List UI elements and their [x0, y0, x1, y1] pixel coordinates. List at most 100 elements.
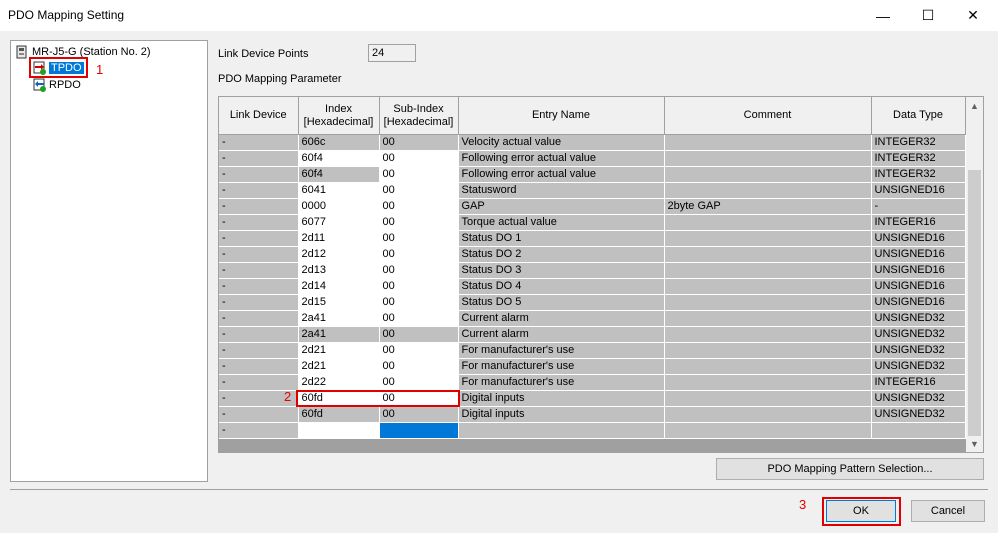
link-device-cell: - — [219, 342, 299, 359]
link-device-cell: - — [219, 198, 299, 215]
data-type-cell: UNSIGNED16 — [871, 246, 966, 263]
scroll-up-icon[interactable]: ▲ — [966, 97, 983, 114]
data-type-cell: UNSIGNED16 — [871, 262, 966, 279]
index-cell[interactable]: 60fd — [298, 406, 380, 423]
sub-index-cell[interactable]: 00 — [379, 230, 459, 247]
sub-index-cell[interactable]: 00 — [379, 198, 459, 215]
index-cell[interactable]: 2d22 — [298, 374, 380, 391]
table-row[interactable]: -2d14 00 Status DO 4 UNSIGNED16 — [219, 278, 966, 295]
table-row[interactable]: -2d11 00 Status DO 1 UNSIGNED16 — [219, 230, 966, 247]
col-link-device-header[interactable]: Link Device — [219, 97, 299, 135]
scrollbar-thumb[interactable] — [968, 170, 981, 436]
index-cell[interactable]: 60f4 — [298, 166, 380, 183]
data-type-cell: UNSIGNED16 — [871, 294, 966, 311]
index-cell[interactable]: 6077 — [298, 214, 380, 231]
col-data-type-header[interactable]: Data Type — [871, 97, 966, 135]
col-entry-name-header[interactable]: Entry Name — [458, 97, 665, 135]
sub-index-cell[interactable] — [379, 422, 459, 439]
table-row[interactable]: -2d22 00 For manufacturer's use INTEGER16 — [219, 374, 966, 391]
sub-index-cell[interactable]: 00 — [379, 406, 459, 423]
link-device-cell: - — [219, 214, 299, 231]
index-cell[interactable]: 2d13 — [298, 262, 380, 279]
sub-index-cell[interactable]: 00 — [379, 182, 459, 199]
table-row[interactable]: -2a41 00 Current alarm UNSIGNED32 — [219, 326, 966, 343]
entry-name-cell: Following error actual value — [458, 150, 665, 167]
comment-cell — [664, 262, 872, 279]
data-type-cell: INTEGER32 — [871, 166, 966, 183]
index-cell[interactable]: 2d12 — [298, 246, 380, 263]
sub-index-cell[interactable]: 00 — [379, 166, 459, 183]
sub-index-cell[interactable]: 00 — [379, 246, 459, 263]
data-type-cell: UNSIGNED16 — [871, 278, 966, 295]
index-cell[interactable]: 2d21 — [298, 358, 380, 375]
entry-name-cell: Current alarm — [458, 326, 665, 343]
sub-index-cell[interactable]: 00 — [379, 374, 459, 391]
data-type-cell: UNSIGNED32 — [871, 310, 966, 327]
table-row[interactable]: -2d12 00 Status DO 2 UNSIGNED16 — [219, 246, 966, 263]
index-cell[interactable]: 606c — [298, 134, 380, 151]
table-row[interactable]: -60f4 00 Following error actual value INTEG… — [219, 150, 966, 167]
data-type-cell: UNSIGNED16 — [871, 230, 966, 247]
link-device-cell: - — [219, 310, 299, 327]
table-row[interactable]: -606c 00 Velocity actual value INTEGER32 — [219, 134, 966, 151]
sub-index-cell[interactable]: 00 — [379, 262, 459, 279]
table-row[interactable]: -2d15 00 Status DO 5 UNSIGNED16 — [219, 294, 966, 311]
col-index-header[interactable]: Index [Hexadecimal] — [298, 97, 380, 135]
table-row[interactable]: -2a41 00 Current alarm UNSIGNED32 — [219, 310, 966, 327]
sub-index-cell[interactable]: 00 — [379, 342, 459, 359]
table-row[interactable]: -6041 00 Statusword UNSIGNED16 — [219, 182, 966, 199]
index-cell[interactable]: 2d11 — [298, 230, 380, 247]
scroll-down-icon[interactable]: ▼ — [966, 435, 983, 452]
link-device-cell: - — [219, 422, 299, 439]
sub-index-cell[interactable]: 00 — [379, 150, 459, 167]
close-button[interactable]: ✕ — [950, 0, 996, 31]
entry-name-cell: Status DO 5 — [458, 294, 665, 311]
comment-cell — [664, 342, 872, 359]
table-row[interactable]: -2d13 00 Status DO 3 UNSIGNED16 — [219, 262, 966, 279]
sub-index-cell[interactable]: 00 — [379, 214, 459, 231]
tree-item-rpdo[interactable]: RPDO — [33, 78, 81, 92]
link-device-cell: - — [219, 246, 299, 263]
index-cell[interactable]: 60f4 — [298, 150, 380, 167]
table-row[interactable]: -60f4 00 Following error actual value INTEG… — [219, 166, 966, 183]
annotation-number-1: 1 — [96, 62, 104, 77]
col-comment-header[interactable]: Comment — [664, 97, 872, 135]
index-cell[interactable] — [298, 422, 380, 439]
table-row[interactable]: -60fd 00 Digital inputs UNSIGNED32 — [219, 406, 966, 423]
sub-index-cell[interactable]: 00 — [379, 278, 459, 295]
divider — [10, 489, 988, 490]
pdo-mapping-pattern-button[interactable]: PDO Mapping Pattern Selection... — [716, 458, 984, 480]
cancel-button[interactable]: Cancel — [911, 500, 985, 522]
table-row[interactable]: -2d21 00 For manufacturer's use UNSIGNED32 — [219, 358, 966, 375]
index-cell[interactable]: 2a41 — [298, 310, 380, 327]
index-cell[interactable]: 6041 — [298, 182, 380, 199]
data-type-cell: UNSIGNED32 — [871, 342, 966, 359]
comment-cell — [664, 134, 872, 151]
sub-index-cell[interactable]: 00 — [379, 326, 459, 343]
maximize-button[interactable]: ☐ — [905, 0, 951, 31]
sub-index-cell[interactable]: 00 — [379, 358, 459, 375]
link-device-points-field: 24 — [368, 44, 416, 62]
sub-index-cell[interactable]: 00 — [379, 134, 459, 151]
comment-cell — [664, 246, 872, 263]
minimize-button[interactable]: — — [860, 0, 906, 31]
index-cell[interactable]: 2d15 — [298, 294, 380, 311]
index-cell[interactable]: 0000 — [298, 198, 380, 215]
entry-name-cell: For manufacturer's use — [458, 358, 665, 375]
data-type-cell: INTEGER32 — [871, 134, 966, 151]
index-cell[interactable]: 2d21 — [298, 342, 380, 359]
data-type-cell: UNSIGNED32 — [871, 326, 966, 343]
annotation-box-3 — [822, 497, 901, 526]
table-row[interactable]: - — [219, 422, 966, 439]
sub-index-cell[interactable]: 00 — [379, 294, 459, 311]
table-row[interactable]: -6077 00 Torque actual value INTEGER16 — [219, 214, 966, 231]
index-cell[interactable]: 2d14 — [298, 278, 380, 295]
sub-index-cell[interactable]: 00 — [379, 310, 459, 327]
comment-cell — [664, 406, 872, 423]
index-cell[interactable]: 2a41 — [298, 326, 380, 343]
col-sub-index-header[interactable]: Sub-Index [Hexadecimal] — [379, 97, 459, 135]
entry-name-cell: Status DO 2 — [458, 246, 665, 263]
link-device-cell: - — [219, 278, 299, 295]
table-row[interactable]: -2d21 00 For manufacturer's use UNSIGNED32 — [219, 342, 966, 359]
table-row[interactable]: -0000 00 GAP 2byte GAP - — [219, 198, 966, 215]
